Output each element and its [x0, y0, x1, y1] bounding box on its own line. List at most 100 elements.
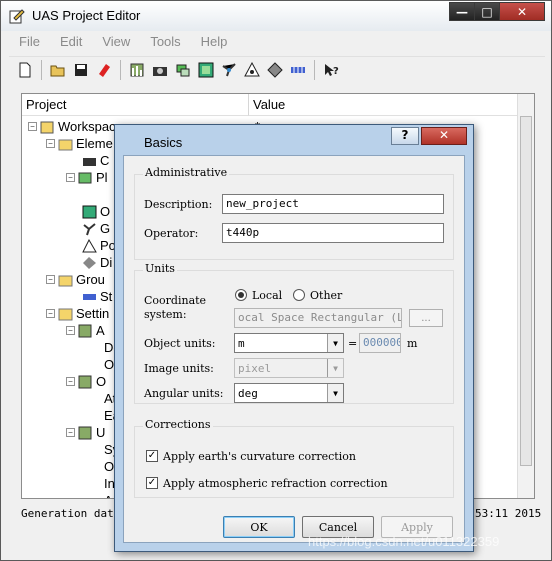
- folder-icon: [58, 275, 73, 286]
- column-header-project[interactable]: Project: [22, 94, 249, 116]
- collapse-icon[interactable]: −: [66, 326, 75, 335]
- object-units-select[interactable]: m ▼: [234, 333, 344, 353]
- tree-item-o[interactable]: − O: [66, 373, 106, 390]
- dialog-body: Administrative Description: new_project …: [123, 155, 465, 543]
- tree-scrollbar[interactable]: [517, 94, 534, 498]
- erase-icon[interactable]: [94, 60, 114, 80]
- dem-icon: [83, 256, 96, 269]
- select-value: pixel: [238, 362, 272, 375]
- dialog-close-button[interactable]: ✕: [421, 127, 467, 145]
- image-units-select: pixel ▼: [234, 358, 344, 378]
- menu-file[interactable]: File: [9, 33, 50, 53]
- select-value: deg: [238, 387, 258, 400]
- basics-dialog: Basics ? ✕ Administrative Description: n…: [114, 124, 474, 552]
- object-units-label: Object units:: [144, 337, 216, 350]
- menu-edit[interactable]: Edit: [50, 33, 92, 53]
- group-title: Units: [143, 262, 177, 275]
- app-icon: [9, 9, 25, 24]
- points-icon[interactable]: [242, 60, 262, 80]
- maximize-button[interactable]: □: [474, 2, 500, 21]
- tree-item-a[interactable]: − A: [66, 322, 105, 339]
- collapse-icon[interactable]: −: [66, 428, 75, 437]
- description-field[interactable]: new_project: [222, 194, 444, 214]
- tree-item-groups[interactable]: − Grou: [46, 271, 105, 288]
- tree-item-strips[interactable]: St: [82, 288, 112, 305]
- menu-help[interactable]: Help: [191, 33, 238, 53]
- refraction-checkbox[interactable]: ✓: [146, 477, 158, 489]
- menu-bar: File Edit View Tools Help: [9, 33, 237, 53]
- tree-item-orthos[interactable]: O: [82, 203, 110, 220]
- chevron-down-icon[interactable]: ▼: [327, 334, 343, 352]
- tree-item-label: Grou: [76, 272, 105, 287]
- other-radio[interactable]: [293, 289, 305, 301]
- collapse-icon[interactable]: −: [46, 139, 55, 148]
- scrollbar-thumb[interactable]: [520, 116, 532, 466]
- tree-item-photos[interactable]: − Pl: [66, 169, 108, 186]
- orthophoto-icon[interactable]: [196, 60, 216, 80]
- menu-view[interactable]: View: [92, 33, 140, 53]
- description-label: Description:: [144, 198, 213, 211]
- collapse-icon[interactable]: −: [28, 122, 37, 131]
- chevron-down-icon: ▼: [327, 359, 343, 377]
- dialog-title: Basics: [144, 135, 183, 150]
- camera-icon: [83, 157, 96, 166]
- folder-icon: [58, 139, 73, 150]
- menu-tools[interactable]: Tools: [140, 33, 190, 53]
- camera-icon[interactable]: [150, 60, 170, 80]
- chevron-down-icon[interactable]: ▼: [327, 384, 343, 402]
- workspace-icon: [40, 121, 54, 133]
- tree-item-label: O: [96, 374, 107, 389]
- image-units-label: Image units:: [144, 362, 214, 375]
- tree-item-label: Pl: [96, 170, 108, 185]
- collapse-icon[interactable]: −: [66, 173, 75, 182]
- tree-item-elements[interactable]: − Eleme: [46, 135, 113, 152]
- refraction-label[interactable]: Apply atmospheric refraction correction: [163, 477, 388, 490]
- open-folder-icon[interactable]: [48, 60, 68, 80]
- toolbar-separator: [314, 59, 315, 80]
- settings-folder-icon: [58, 308, 73, 320]
- local-radio-label[interactable]: Local: [252, 289, 282, 302]
- ok-button[interactable]: OK: [223, 516, 295, 538]
- angular-units-label: Angular units:: [144, 387, 224, 400]
- coordinate-system-field: ocal Space Rectangular (LSR): [234, 308, 402, 328]
- other-radio-label[interactable]: Other: [310, 289, 342, 302]
- column-header-value[interactable]: Value: [249, 94, 519, 116]
- dialog-help-button[interactable]: ?: [391, 127, 419, 145]
- settings-icon: [78, 324, 92, 337]
- tree-item-u[interactable]: − U: [66, 424, 105, 441]
- gps-icon[interactable]: [219, 60, 239, 80]
- local-radio[interactable]: [235, 289, 247, 301]
- curvature-checkbox[interactable]: ✓: [146, 450, 158, 462]
- tree-item-dem[interactable]: Di: [82, 254, 112, 271]
- tree-item-settings[interactable]: − Settin: [46, 305, 109, 322]
- dem-icon[interactable]: [265, 60, 285, 80]
- tree-item-label: St: [100, 289, 113, 304]
- object-units-suffix: m: [407, 337, 418, 350]
- strips-icon[interactable]: [288, 60, 308, 80]
- watermark-text: https://blog.csdn.net/u011322359: [308, 534, 500, 549]
- tree-item-gps[interactable]: G: [82, 220, 110, 237]
- angular-units-select[interactable]: deg ▼: [234, 383, 344, 403]
- tree-item-workspace[interactable]: − Workspace: [28, 118, 123, 135]
- new-file-icon[interactable]: [15, 60, 35, 80]
- title-bar[interactable]: UAS Project Editor — □ ✕: [1, 1, 551, 31]
- save-icon[interactable]: [71, 60, 91, 80]
- tree-item-points[interactable]: Po: [82, 237, 116, 254]
- toolbar-separator: [41, 59, 42, 80]
- tree-item-label: C: [100, 153, 110, 168]
- collapse-icon[interactable]: −: [46, 309, 55, 318]
- coordinate-browse-button: ...: [409, 309, 443, 327]
- operator-field[interactable]: t440p: [222, 223, 444, 243]
- tree-item-cameras[interactable]: C: [82, 152, 109, 169]
- coordinate-label: Coordinate: [144, 294, 207, 307]
- equals-sign: =: [348, 337, 358, 350]
- close-button[interactable]: ✕: [499, 2, 545, 21]
- system-label: system:: [144, 308, 187, 321]
- minimize-button[interactable]: —: [449, 2, 475, 21]
- curvature-label[interactable]: Apply earth's curvature correction: [163, 450, 356, 463]
- context-help-icon[interactable]: ?: [321, 60, 341, 80]
- collapse-icon[interactable]: −: [46, 275, 55, 284]
- collapse-icon[interactable]: −: [66, 377, 75, 386]
- photos-icon[interactable]: [173, 60, 193, 80]
- control-points-icon[interactable]: [127, 60, 147, 80]
